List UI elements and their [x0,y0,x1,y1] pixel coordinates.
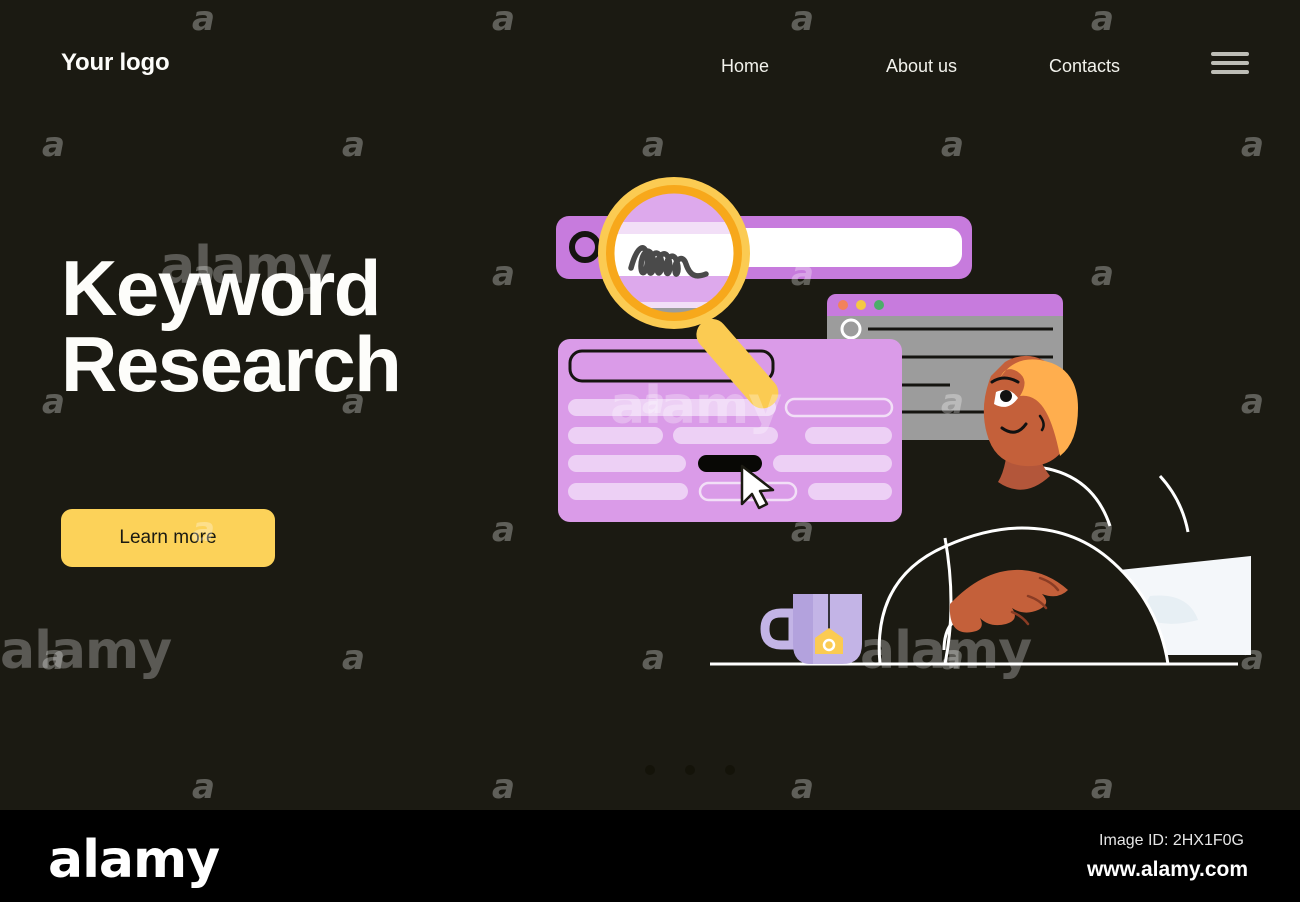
carousel-dot-3[interactable] [725,765,735,775]
page-title-line-1: Keyword [61,244,381,332]
image-id-label: Image ID: 2HX1F0G [1099,832,1244,849]
hamburger-bar-2 [1211,61,1249,65]
nav-item-contacts[interactable]: Contacts [1049,56,1120,77]
site-logo[interactable]: Your logo [61,49,170,77]
screenshot-root: Your logo Home About us Contacts Keyword… [0,0,1300,902]
alamy-logo: alamy [48,830,220,890]
hamburger-bar-1 [1211,52,1249,56]
carousel-dot-2[interactable] [685,765,695,775]
page-title-line-2: Research [61,320,402,409]
coffee-mug-graphic [760,594,862,664]
hamburger-bar-3 [1211,70,1249,74]
carousel-dots[interactable] [645,765,745,779]
nav-item-about-us[interactable]: About us [886,56,957,77]
alamy-footer-bar: alamy Image ID: 2HX1F0G www.alamy.com [0,810,1300,902]
carousel-dot-1[interactable] [645,765,655,775]
learn-more-button[interactable]: Learn more [61,509,275,567]
nav-item-home[interactable]: Home [721,56,769,77]
page-title: Keyword Research [61,249,531,403]
alamy-url-label: www.alamy.com [1086,858,1248,881]
site-header: Your logo Home About us Contacts [0,0,1300,120]
hamburger-menu-icon[interactable] [1211,48,1249,78]
